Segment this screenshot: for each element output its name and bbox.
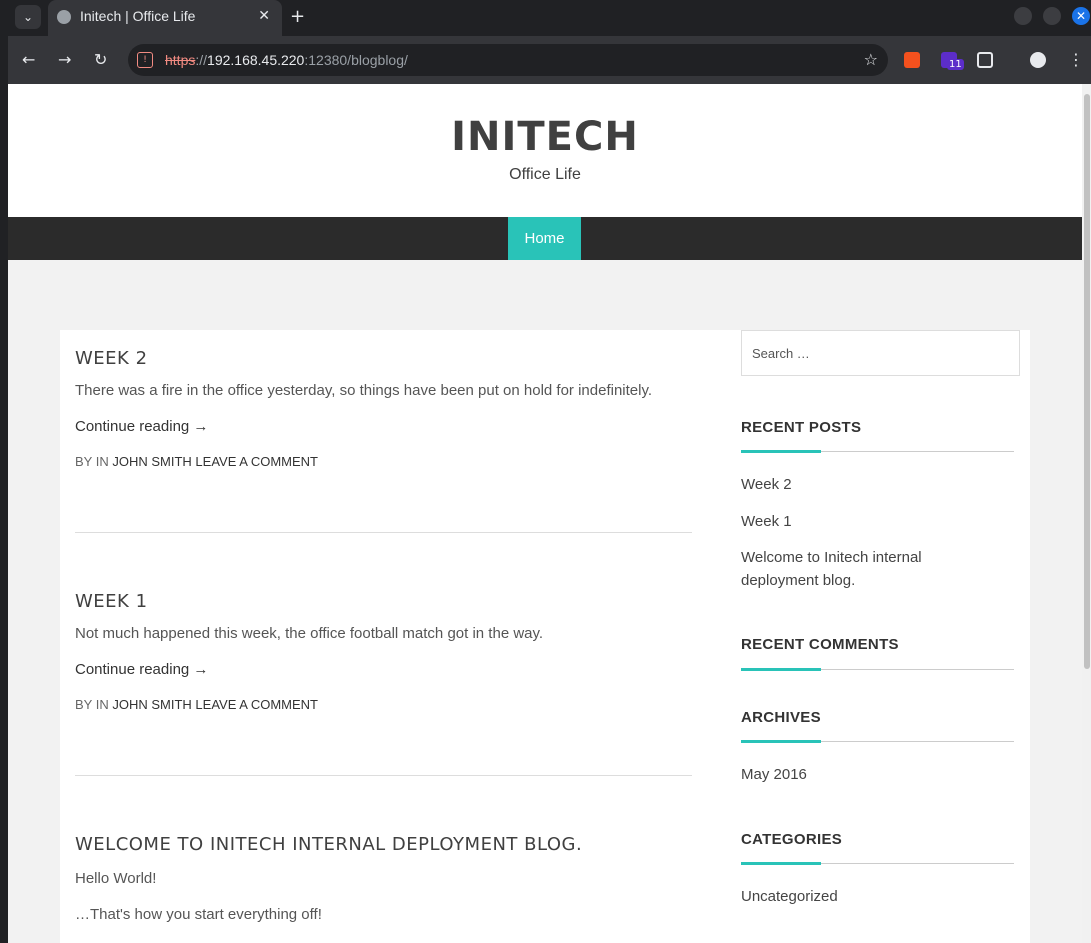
minimize-icon[interactable] (1014, 7, 1032, 25)
archives-title: ARCHIVES (741, 709, 821, 726)
post-paragraph: …That's how you start everything off! (75, 906, 322, 923)
continue-reading-link[interactable]: Continue reading → (75, 661, 692, 678)
new-tab-icon[interactable]: + (290, 6, 305, 27)
extensions-puzzle-icon[interactable] (977, 52, 993, 68)
scrollbar-thumb[interactable] (1084, 94, 1090, 669)
recent-comments-title: RECENT COMMENTS (741, 636, 899, 653)
post-item: WEEK 2 There was a fire in the office ye… (75, 348, 692, 469)
extension-badge: 11 (947, 59, 964, 70)
post-meta: BY IN JOHN SMITH LEAVE A COMMENT (75, 697, 692, 712)
post-meta: BY IN JOHN SMITH LEAVE A COMMENT (75, 454, 692, 469)
extension-bolt-icon[interactable] (904, 52, 920, 68)
forward-icon[interactable]: → (58, 50, 71, 69)
post-title[interactable]: WEEK 1 (75, 591, 692, 612)
recent-post-link[interactable]: Week 2 (741, 473, 981, 496)
post-excerpt: Not much happened this week, the office … (75, 625, 544, 642)
close-window-icon[interactable]: ✕ (1072, 7, 1090, 25)
categories-title: CATEGORIES (741, 831, 843, 848)
category-link[interactable]: Uncategorized (741, 885, 981, 908)
widget-title-underline (741, 862, 1014, 865)
maximize-icon[interactable] (1043, 7, 1061, 25)
tab-search-menu-icon[interactable]: ⌄ (15, 5, 41, 29)
main-nav: Home (8, 217, 1082, 260)
page-scrollbar[interactable] (1082, 84, 1091, 943)
tab-title: Initech | Office Life (80, 8, 196, 24)
menu-kebab-icon[interactable]: ⋮ (1068, 50, 1084, 69)
meta-prefix: BY IN (75, 697, 109, 712)
post-title[interactable]: WELCOME TO INITECH INTERNAL DEPLOYMENT B… (75, 834, 692, 855)
bookmark-star-icon[interactable]: ☆ (864, 50, 878, 69)
post-item: WEEK 1 Not much happened this week, the … (75, 591, 692, 712)
post-item: WELCOME TO INITECH INTERNAL DEPLOYMENT B… (75, 834, 692, 923)
leave-comment-link[interactable]: LEAVE A COMMENT (195, 454, 318, 469)
post-title[interactable]: WEEK 2 (75, 348, 692, 369)
content-area: WEEK 2 There was a fire in the office ye… (60, 330, 1030, 943)
url-text[interactable]: https://192.168.45.220:12380/blogblog/ (165, 52, 408, 68)
not-secure-icon[interactable]: ! (137, 52, 153, 68)
search-input[interactable]: Search … (741, 330, 1020, 376)
widget-title-underline (741, 668, 1014, 671)
meta-prefix: BY IN (75, 454, 109, 469)
author-link[interactable]: JOHN SMITH (112, 454, 191, 469)
continue-reading-link[interactable]: Continue reading → (75, 418, 692, 435)
post-excerpt: There was a fire in the office yesterday… (75, 382, 653, 399)
post-divider (75, 532, 692, 533)
tab-close-icon[interactable]: ✕ (258, 8, 270, 24)
reload-icon[interactable]: ↻ (94, 50, 107, 69)
archive-link[interactable]: May 2016 (741, 763, 981, 786)
site-header: INITECH Office Life (8, 84, 1082, 217)
author-link[interactable]: JOHN SMITH (112, 697, 191, 712)
recent-posts-title: RECENT POSTS (741, 419, 862, 436)
nav-home-link[interactable]: Home (508, 217, 581, 260)
browser-toolbar: ← → ↻ ! https://192.168.45.220:12380/blo… (8, 36, 1091, 84)
recent-post-link[interactable]: Week 1 (741, 510, 981, 533)
profile-icon[interactable] (1030, 52, 1046, 68)
recent-post-link[interactable]: Welcome to Initech internal deployment b… (741, 546, 981, 592)
web-page: INITECH Office Life Home WEEK 2 There wa… (8, 84, 1082, 943)
post-paragraph: Hello World! (75, 870, 157, 887)
post-divider (75, 775, 692, 776)
site-tagline: Office Life (509, 166, 581, 183)
leave-comment-link[interactable]: LEAVE A COMMENT (195, 697, 318, 712)
site-title[interactable]: INITECH (8, 114, 1082, 160)
back-icon[interactable]: ← (22, 50, 35, 69)
globe-icon (57, 10, 71, 24)
widget-title-underline (741, 450, 1014, 453)
address-bar[interactable]: ! https://192.168.45.220:12380/blogblog/… (128, 44, 888, 76)
widget-title-underline (741, 740, 1014, 743)
browser-tab-bar: ⌄ Initech | Office Life ✕ + ✕ (0, 0, 1091, 36)
browser-tab[interactable]: Initech | Office Life ✕ (48, 0, 282, 36)
